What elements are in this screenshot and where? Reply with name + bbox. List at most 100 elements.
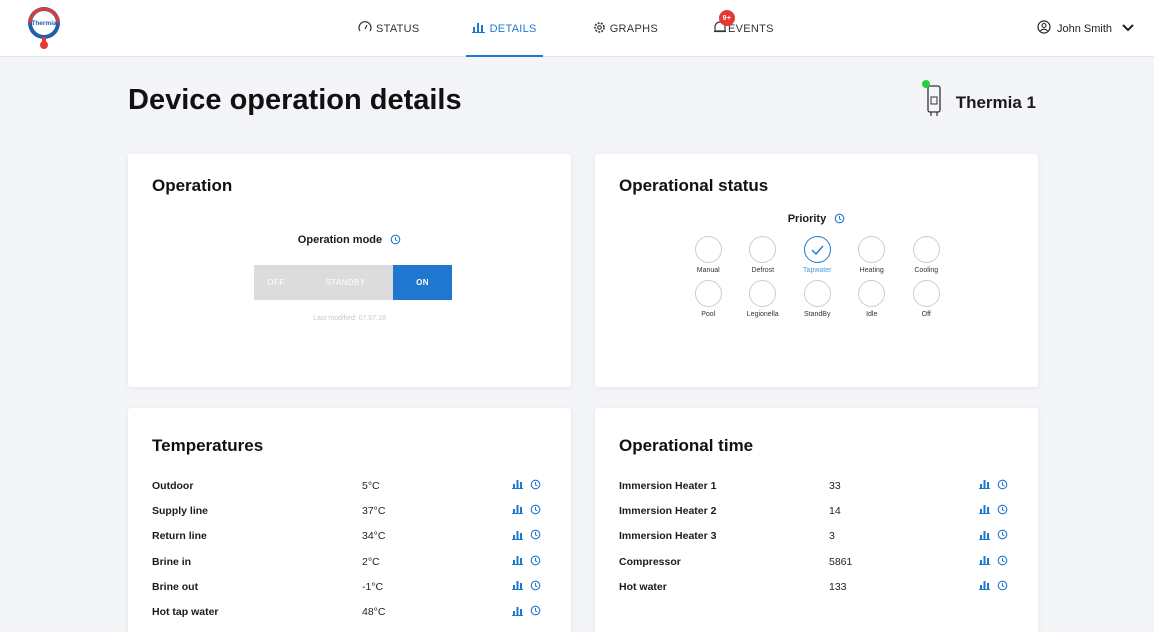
- user-circle-icon: [1037, 20, 1051, 37]
- priority-option-label: Heating: [859, 267, 884, 274]
- operation-card: Operation Operation mode OFF STANDBY ON …: [128, 154, 571, 387]
- top-bar: Thermia STATUS DETAILS GRAPHS 9+ EVENTS …: [0, 0, 1154, 57]
- temperature-row: Hot tap water 48°C: [152, 599, 552, 624]
- mode-off-button[interactable]: OFF: [254, 265, 298, 300]
- row-name: Return line: [152, 530, 207, 543]
- radio-circle[interactable]: [694, 280, 722, 307]
- priority-option-label: Idle: [866, 311, 878, 318]
- operational-time-row: Immersion Heater 3 3: [619, 524, 1019, 549]
- radio-circle[interactable]: [858, 280, 886, 307]
- priority-option-cooling[interactable]: Cooling: [899, 236, 954, 274]
- mode-standby-button[interactable]: STANDBY: [298, 265, 393, 300]
- priority-option-label: Manual: [696, 267, 720, 274]
- row-name: Compressor: [619, 555, 681, 568]
- bar-chart-icon[interactable]: [512, 606, 524, 619]
- row-value: 48°C: [362, 606, 386, 619]
- history-icon[interactable]: [530, 479, 541, 493]
- radio-circle[interactable]: [803, 280, 831, 307]
- radio-circle[interactable]: [912, 280, 940, 307]
- row-value: 133: [829, 580, 847, 593]
- nav-graphs-label: GRAPHS: [609, 22, 658, 35]
- nav-details-label: DETAILS: [489, 22, 537, 35]
- priority-option-standby[interactable]: StandBy: [790, 280, 845, 318]
- priority-option-tapwater[interactable]: Tapwater: [790, 236, 845, 274]
- history-icon[interactable]: [997, 555, 1008, 569]
- operational-status-card: Operational status Priority Manual Defro…: [595, 154, 1038, 387]
- radio-circle[interactable]: [749, 280, 777, 307]
- row-name: Immersion Heater 2: [619, 504, 717, 517]
- priority-option-label: Cooling: [914, 267, 939, 274]
- priority-option-defrost[interactable]: Defrost: [736, 236, 791, 274]
- operation-mode-switch: OFF STANDBY ON: [254, 265, 452, 300]
- bar-chart-icon[interactable]: [512, 580, 524, 593]
- history-icon[interactable]: [530, 580, 541, 594]
- row-value: 5861: [829, 555, 853, 568]
- priority-text: Priority: [787, 213, 827, 225]
- row-value: 33: [829, 479, 841, 492]
- radio-circle[interactable]: [912, 236, 940, 263]
- bar-chart-icon[interactable]: [979, 479, 991, 492]
- device-online-dot: [921, 80, 930, 88]
- row-value: 37°C: [362, 504, 386, 517]
- operational-time-card: Operational time Immersion Heater 1 33 Im…: [595, 408, 1038, 632]
- history-icon[interactable]: [530, 605, 541, 619]
- bar-chart-icon[interactable]: [979, 580, 991, 593]
- nav-status[interactable]: STATUS: [356, 0, 422, 57]
- operational-status-title: Operational status: [619, 176, 769, 195]
- priority-option-idle[interactable]: Idle: [845, 280, 900, 318]
- operational-time-row: Immersion Heater 1 33: [619, 473, 1019, 498]
- history-icon[interactable]: [997, 479, 1008, 493]
- radio-circle-selected[interactable]: [803, 236, 831, 263]
- user-menu[interactable]: John Smith: [1037, 0, 1134, 57]
- bar-chart-icon[interactable]: [979, 530, 991, 543]
- temperatures-card: Temperatures Outdoor 5°C Supply line 37°C …: [128, 408, 571, 632]
- row-name: Outdoor: [152, 479, 194, 492]
- history-icon[interactable]: [834, 213, 845, 227]
- bar-chart-icon[interactable]: [512, 530, 524, 543]
- priority-option-label: Defrost: [751, 267, 775, 274]
- bar-chart-icon[interactable]: [512, 504, 524, 517]
- temperatures-title: Temperatures: [152, 436, 264, 455]
- bar-chart-icon: [471, 21, 486, 36]
- radio-circle[interactable]: [694, 236, 722, 263]
- temperature-row: Supply line 37°C: [152, 498, 552, 523]
- operational-time-row: Compressor 5861: [619, 549, 1019, 574]
- radio-circle[interactable]: [749, 236, 777, 263]
- bar-chart-icon[interactable]: [512, 479, 524, 492]
- history-icon[interactable]: [390, 234, 401, 248]
- history-icon[interactable]: [530, 555, 541, 569]
- temperature-row: Outdoor 5°C: [152, 473, 552, 498]
- bar-chart-icon[interactable]: [979, 555, 991, 568]
- bell-icon: 9+: [712, 10, 735, 38]
- nav-events[interactable]: 9+ EVENTS: [710, 0, 776, 57]
- bar-chart-icon[interactable]: [512, 555, 524, 568]
- mode-on-button[interactable]: ON: [393, 265, 452, 300]
- history-icon[interactable]: [997, 580, 1008, 594]
- history-icon[interactable]: [997, 504, 1008, 518]
- device-name: Thermia 1: [955, 92, 1036, 112]
- priority-option-label: Tapwater: [803, 267, 832, 274]
- bar-chart-icon[interactable]: [979, 504, 991, 517]
- priority-option-pool[interactable]: Pool: [681, 280, 736, 318]
- history-icon[interactable]: [530, 504, 541, 518]
- chevron-down-icon[interactable]: [1122, 23, 1134, 35]
- operation-title: Operation: [152, 176, 233, 195]
- history-icon[interactable]: [997, 529, 1008, 543]
- row-value: 34°C: [362, 530, 386, 543]
- device-indicator[interactable]: Thermia 1: [921, 80, 1036, 123]
- priority-option-manual[interactable]: Manual: [681, 236, 736, 274]
- priority-option-label: Legionella: [746, 311, 779, 318]
- nav-status-label: STATUS: [376, 22, 420, 35]
- nav-graphs[interactable]: GRAPHS: [591, 0, 660, 57]
- priority-option-heating[interactable]: Heating: [845, 236, 900, 274]
- priority-option-off[interactable]: Off: [899, 280, 954, 318]
- nav-details[interactable]: DETAILS: [465, 0, 543, 57]
- priority-option-label: Off: [921, 311, 931, 318]
- priority-option-legionella[interactable]: Legionella: [736, 280, 791, 318]
- thermia-logo[interactable]: Thermia: [20, 3, 68, 53]
- row-name: Hot tap water: [152, 606, 219, 619]
- gauge-icon: [358, 21, 372, 36]
- radio-circle[interactable]: [858, 236, 886, 263]
- history-icon[interactable]: [530, 529, 541, 543]
- row-value: 14: [829, 504, 841, 517]
